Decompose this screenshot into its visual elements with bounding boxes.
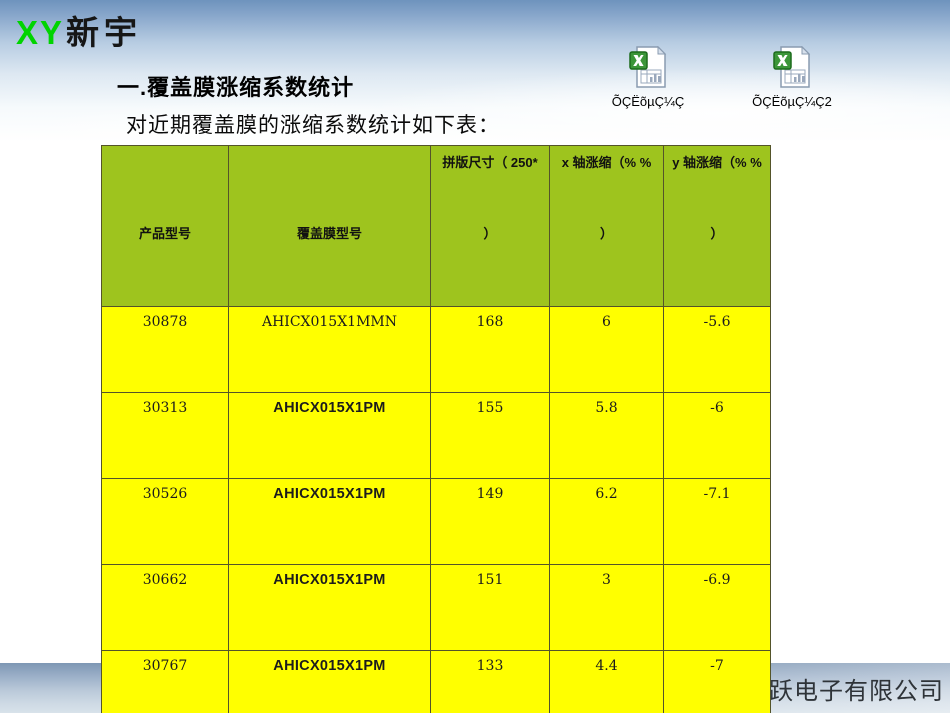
cell-product: 30878 [101, 306, 229, 393]
cell-x-shrink: 5.8 [549, 392, 664, 479]
company-name: 跃电子有限公司 [769, 679, 944, 705]
page-title: 一.覆盖膜涨缩系数统计 [117, 75, 355, 100]
subtitle: 对近期覆盖膜的涨缩系数统计如下表： [126, 113, 500, 137]
cell-x-shrink: 3 [549, 564, 664, 651]
cell-product: 30662 [101, 564, 229, 651]
logo-cn: 新宇 [66, 14, 143, 51]
table-row: 30662 AHICX015X1PM 151 3 -6.9 [101, 564, 771, 651]
cell-y-shrink: -6.9 [663, 564, 771, 651]
column-header: 拼版尺寸（ 250*） [430, 145, 550, 307]
cell-film: AHICX015X1PM [228, 478, 431, 565]
excel-file-label: ÕÇËõµÇ¼Ç [611, 94, 685, 109]
table-row: 30526 AHICX015X1PM 149 6.2 -7.1 [101, 478, 771, 565]
cell-x-shrink: 6.2 [549, 478, 664, 565]
column-header: x 轴涨缩（% %） [549, 145, 664, 307]
cell-product: 30313 [101, 392, 229, 479]
table-row: 30313 AHICX015X1PM 155 5.8 -6 [101, 392, 771, 479]
cell-product: 30767 [101, 650, 229, 713]
table-header-row: 产品型号 覆盖膜型号 拼版尺寸（ 250*） x 轴涨缩（% %） y 轴涨缩（% %） [101, 145, 771, 307]
cell-film: AHICX015X1PM [228, 392, 431, 479]
logo: XY新宇 [16, 6, 142, 54]
table-row: 30878 AHICX015X1MMN 168 6 -5.6 [101, 306, 771, 393]
cell-y-shrink: -7.1 [663, 478, 771, 565]
column-header: 覆盖膜型号 [228, 145, 431, 307]
coverage-film-table: 产品型号 覆盖膜型号 拼版尺寸（ 250*） x 轴涨缩（% %） y 轴涨缩（% %）… [101, 145, 771, 713]
cell-y-shrink: -6 [663, 392, 771, 479]
cell-panel-size: 155 [430, 392, 550, 479]
cell-x-shrink: 4.4 [549, 650, 664, 713]
table-body: 30878 AHICX015X1MMN 168 6 -5.6 30313 AHICX015X… [101, 306, 771, 713]
excel-file-icon [773, 45, 811, 92]
table-row: 30767 AHICX015X1PM 133 4.4 -7 [101, 650, 771, 713]
cell-panel-size: 133 [430, 650, 550, 713]
cell-panel-size: 168 [430, 306, 550, 393]
slide: 跃电子有限公司 XY新宇 一.覆盖膜涨缩系数统计 对近期覆盖膜的涨缩系数统计如下… [0, 0, 950, 713]
cell-y-shrink: -5.6 [663, 306, 771, 393]
embedded-excel-file-1[interactable]: ÕÇËõµÇ¼Ç [583, 45, 713, 109]
excel-file-icon [629, 45, 667, 92]
column-header: 产品型号 [101, 145, 229, 307]
cell-x-shrink: 6 [549, 306, 664, 393]
cell-panel-size: 149 [430, 478, 550, 565]
excel-file-label: ÕÇËõµÇ¼Ç2 [752, 94, 832, 109]
cell-film: AHICX015X1PM [228, 564, 431, 651]
logo-xy: XY [16, 14, 65, 51]
cell-panel-size: 151 [430, 564, 550, 651]
column-header: y 轴涨缩（% %） [663, 145, 771, 307]
embedded-excel-file-2[interactable]: ÕÇËõµÇ¼Ç2 [727, 45, 857, 109]
cell-film: AHICX015X1MMN [228, 306, 431, 393]
cell-product: 30526 [101, 478, 229, 565]
cell-y-shrink: -7 [663, 650, 771, 713]
cell-film: AHICX015X1PM [228, 650, 431, 713]
